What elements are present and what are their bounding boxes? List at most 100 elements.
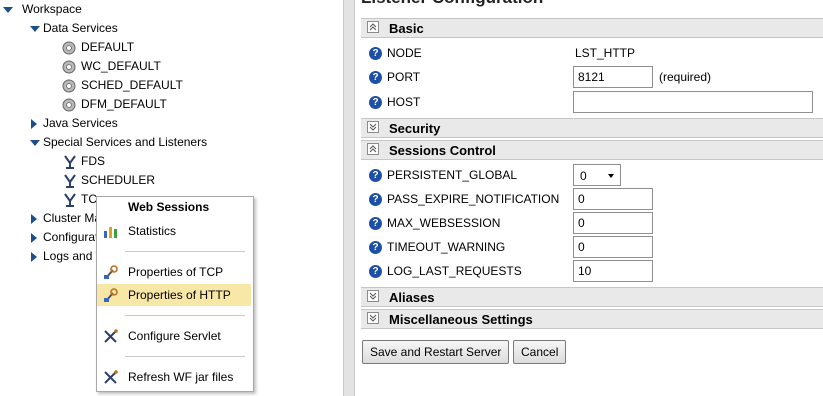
- section-misc-header[interactable]: Miscellaneous Settings: [361, 309, 823, 329]
- tree-label-fds: FDS: [81, 154, 105, 168]
- tree-node-tcp[interactable]: TC: [0, 190, 97, 209]
- pane-splitter[interactable]: [343, 0, 355, 396]
- tree-label-dfm-default: DFM_DEFAULT: [81, 97, 167, 111]
- help-icon[interactable]: ?: [369, 96, 382, 109]
- tree-node-dfm-default[interactable]: DFM_DEFAULT: [0, 95, 180, 114]
- menu-item-configure-servlet[interactable]: Configure Servlet: [97, 325, 251, 347]
- cancel-button[interactable]: Cancel: [513, 340, 567, 364]
- expand-icon[interactable]: [367, 290, 379, 302]
- section-security-header[interactable]: Security: [361, 118, 823, 138]
- collapse-arrow-icon[interactable]: [30, 26, 40, 32]
- tree-label-default: DEFAULT: [81, 40, 135, 54]
- menu-item-properties-http[interactable]: Properties of HTTP: [97, 284, 251, 306]
- field-log-last-row: ? LOG_LAST_REQUESTS: [361, 260, 823, 284]
- field-max-websession-row: ? MAX_WEBSESSION: [361, 212, 823, 236]
- expand-icon[interactable]: [367, 312, 379, 324]
- collapse-icon[interactable]: [367, 143, 379, 155]
- tree-node-default[interactable]: DEFAULT: [0, 38, 150, 57]
- bar-chart-icon: [104, 227, 117, 238]
- help-icon[interactable]: ?: [369, 193, 382, 206]
- listener-icon: [64, 174, 76, 188]
- help-icon[interactable]: ?: [369, 265, 382, 278]
- tree-node-fds[interactable]: FDS: [0, 152, 130, 171]
- expand-arrow-icon[interactable]: [31, 119, 37, 129]
- tree-node-cluster[interactable]: Cluster Ma: [0, 209, 96, 228]
- persistent-global-select[interactable]: 0: [573, 164, 621, 186]
- help-icon[interactable]: ?: [369, 71, 382, 84]
- menu-item-label: Configure Servlet: [128, 329, 221, 343]
- collapse-icon[interactable]: [367, 21, 379, 33]
- port-input[interactable]: [573, 66, 653, 88]
- help-icon[interactable]: ?: [369, 217, 382, 230]
- menu-item-label: Statistics: [128, 224, 177, 238]
- tree-node-workspace[interactable]: Workspace: [0, 0, 120, 19]
- listener-icon: [64, 155, 76, 169]
- tree-label-special-services: Special Services and Listeners: [43, 135, 208, 149]
- field-label: HOST: [387, 95, 421, 109]
- field-timeout-row: ? TIMEOUT_WARNING: [361, 236, 823, 260]
- menu-item-properties-tcp[interactable]: Properties of TCP: [97, 261, 251, 283]
- menu-separator: [125, 315, 245, 316]
- tree-label-java-services: Java Services: [43, 116, 118, 130]
- field-port-row: ? PORT (required): [361, 66, 823, 90]
- tree-label-tcp: TC: [81, 192, 97, 206]
- listener-configuration-panel: Listener Configuration Basic ? NODE LST_…: [355, 0, 823, 396]
- section-basic-header[interactable]: Basic: [361, 18, 823, 38]
- tree-node-data-services[interactable]: Data Services: [0, 19, 150, 38]
- field-label: PERSISTENT_GLOBAL: [387, 168, 518, 182]
- collapse-arrow-icon[interactable]: [30, 140, 40, 146]
- required-note: (required): [659, 70, 712, 84]
- tree-node-special-services[interactable]: Special Services and Listeners: [0, 133, 220, 152]
- field-host-row: ? HOST: [361, 91, 823, 115]
- menu-separator: [125, 356, 245, 357]
- gear-icon: [62, 41, 76, 55]
- section-sessions-header[interactable]: Sessions Control: [361, 140, 823, 160]
- max-websession-input[interactable]: [573, 212, 653, 234]
- dropdown-arrow-icon: [608, 174, 614, 178]
- expand-arrow-icon[interactable]: [31, 214, 37, 224]
- help-icon[interactable]: ?: [369, 241, 382, 254]
- save-restart-button[interactable]: Save and Restart Server: [362, 340, 510, 364]
- menu-item-label: Refresh WF jar files: [128, 370, 234, 384]
- host-input[interactable]: [573, 91, 813, 113]
- select-value: 0: [580, 169, 587, 183]
- tree-node-configuration[interactable]: Configurat: [0, 228, 96, 247]
- field-label: PASS_EXPIRE_NOTIFICATION: [387, 192, 560, 206]
- timeout-warning-input[interactable]: [573, 236, 653, 258]
- help-icon[interactable]: ?: [369, 47, 382, 60]
- gear-icon: [62, 79, 76, 93]
- tree-node-wc-default[interactable]: WC_DEFAULT: [0, 57, 170, 76]
- menu-item-label: Properties of TCP: [128, 265, 224, 279]
- section-label: Security: [389, 121, 441, 136]
- listener-icon: [64, 193, 76, 207]
- tree-label-workspace: Workspace: [22, 2, 82, 16]
- tree-label-data-services: Data Services: [43, 21, 118, 35]
- field-label: MAX_WEBSESSION: [387, 216, 501, 230]
- menu-item-label: Properties of HTTP: [128, 288, 231, 302]
- context-menu: Web Sessions Statistics Properties of TC…: [96, 196, 254, 392]
- field-label: TIMEOUT_WARNING: [387, 240, 506, 254]
- menu-item-statistics[interactable]: Statistics: [97, 220, 251, 242]
- field-persistent-row: ? PERSISTENT_GLOBAL 0: [361, 164, 823, 188]
- section-label: Basic: [389, 21, 424, 36]
- collapse-arrow-icon[interactable]: [3, 7, 13, 13]
- pass-expire-input[interactable]: [573, 188, 653, 210]
- menu-separator: [125, 251, 245, 252]
- tree-node-scheduler[interactable]: SCHEDULER: [0, 171, 170, 190]
- tree-label-cluster: Cluster Ma: [43, 211, 96, 225]
- tree-node-logs[interactable]: Logs and T: [0, 247, 96, 266]
- section-aliases-header[interactable]: Aliases: [361, 287, 823, 307]
- tree-label-configuration: Configurat: [43, 230, 96, 244]
- log-last-requests-input[interactable]: [573, 260, 653, 282]
- expand-arrow-icon[interactable]: [31, 252, 37, 262]
- tree-label-wc-default: WC_DEFAULT: [81, 59, 161, 73]
- field-node-row: ? NODE LST_HTTP: [361, 42, 823, 66]
- expand-icon[interactable]: [367, 121, 379, 133]
- tree-node-java-services[interactable]: Java Services: [0, 114, 150, 133]
- tools-icon: [104, 370, 118, 384]
- menu-item-refresh-jar[interactable]: Refresh WF jar files: [97, 366, 251, 388]
- tree-node-sched-default[interactable]: SCHED_DEFAULT: [0, 76, 190, 95]
- tree-label-scheduler: SCHEDULER: [81, 173, 156, 187]
- expand-arrow-icon[interactable]: [31, 233, 37, 243]
- help-icon[interactable]: ?: [369, 169, 382, 182]
